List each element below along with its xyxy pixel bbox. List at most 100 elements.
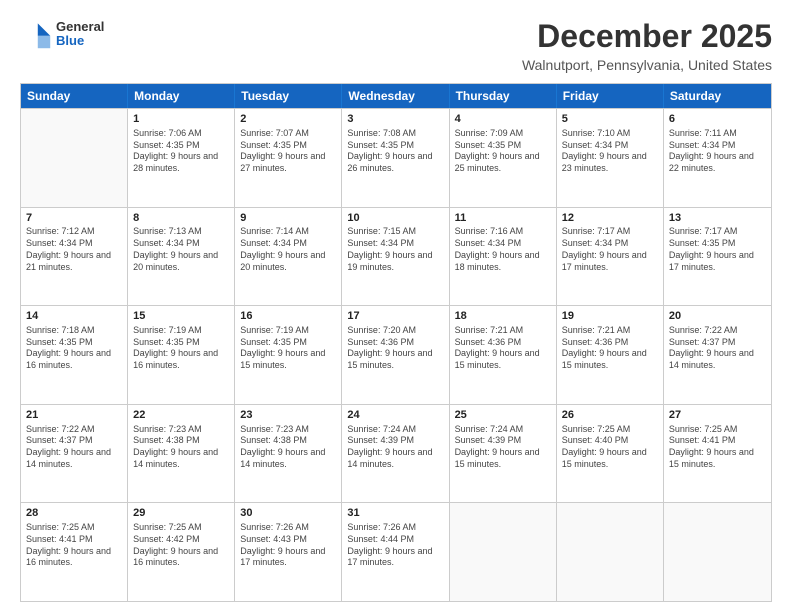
- day-info: Sunrise: 7:24 AMSunset: 4:39 PMDaylight:…: [347, 424, 443, 471]
- day-info: Sunrise: 7:22 AMSunset: 4:37 PMDaylight:…: [669, 325, 766, 372]
- day-number: 10: [347, 211, 443, 226]
- day-number: 24: [347, 408, 443, 423]
- day-info: Sunrise: 7:15 AMSunset: 4:34 PMDaylight:…: [347, 226, 443, 273]
- day-number: 12: [562, 211, 658, 226]
- day-info: Sunrise: 7:19 AMSunset: 4:35 PMDaylight:…: [240, 325, 336, 372]
- day-info: Sunrise: 7:14 AMSunset: 4:34 PMDaylight:…: [240, 226, 336, 273]
- calendar-cell: 9Sunrise: 7:14 AMSunset: 4:34 PMDaylight…: [235, 208, 342, 306]
- day-number: 17: [347, 309, 443, 324]
- day-number: 1: [133, 112, 229, 127]
- calendar-cell: 11Sunrise: 7:16 AMSunset: 4:34 PMDayligh…: [450, 208, 557, 306]
- day-info: Sunrise: 7:25 AMSunset: 4:40 PMDaylight:…: [562, 424, 658, 471]
- calendar-body: 1Sunrise: 7:06 AMSunset: 4:35 PMDaylight…: [21, 108, 771, 601]
- calendar-cell: 7Sunrise: 7:12 AMSunset: 4:34 PMDaylight…: [21, 208, 128, 306]
- day-number: 8: [133, 211, 229, 226]
- day-number: 30: [240, 506, 336, 521]
- day-number: 26: [562, 408, 658, 423]
- calendar-cell: 20Sunrise: 7:22 AMSunset: 4:37 PMDayligh…: [664, 306, 771, 404]
- logo-text: General Blue: [56, 20, 104, 49]
- day-info: Sunrise: 7:26 AMSunset: 4:43 PMDaylight:…: [240, 522, 336, 569]
- day-number: 4: [455, 112, 551, 127]
- day-info: Sunrise: 7:08 AMSunset: 4:35 PMDaylight:…: [347, 128, 443, 175]
- location: Walnutport, Pennsylvania, United States: [522, 57, 772, 73]
- header: General Blue December 2025 Walnutport, P…: [20, 18, 772, 73]
- day-number: 25: [455, 408, 551, 423]
- day-info: Sunrise: 7:16 AMSunset: 4:34 PMDaylight:…: [455, 226, 551, 273]
- day-info: Sunrise: 7:07 AMSunset: 4:35 PMDaylight:…: [240, 128, 336, 175]
- day-info: Sunrise: 7:17 AMSunset: 4:34 PMDaylight:…: [562, 226, 658, 273]
- day-info: Sunrise: 7:23 AMSunset: 4:38 PMDaylight:…: [240, 424, 336, 471]
- day-number: 18: [455, 309, 551, 324]
- calendar-cell: [21, 109, 128, 207]
- calendar: SundayMondayTuesdayWednesdayThursdayFrid…: [20, 83, 772, 602]
- calendar-header-cell: Saturday: [664, 84, 771, 108]
- calendar-week-2: 7Sunrise: 7:12 AMSunset: 4:34 PMDaylight…: [21, 207, 771, 306]
- day-info: Sunrise: 7:25 AMSunset: 4:42 PMDaylight:…: [133, 522, 229, 569]
- calendar-cell: 5Sunrise: 7:10 AMSunset: 4:34 PMDaylight…: [557, 109, 664, 207]
- calendar-week-5: 28Sunrise: 7:25 AMSunset: 4:41 PMDayligh…: [21, 502, 771, 601]
- calendar-week-1: 1Sunrise: 7:06 AMSunset: 4:35 PMDaylight…: [21, 108, 771, 207]
- day-number: 21: [26, 408, 122, 423]
- day-info: Sunrise: 7:26 AMSunset: 4:44 PMDaylight:…: [347, 522, 443, 569]
- calendar-cell: 3Sunrise: 7:08 AMSunset: 4:35 PMDaylight…: [342, 109, 449, 207]
- day-info: Sunrise: 7:22 AMSunset: 4:37 PMDaylight:…: [26, 424, 122, 471]
- day-info: Sunrise: 7:10 AMSunset: 4:34 PMDaylight:…: [562, 128, 658, 175]
- calendar-week-4: 21Sunrise: 7:22 AMSunset: 4:37 PMDayligh…: [21, 404, 771, 503]
- day-info: Sunrise: 7:12 AMSunset: 4:34 PMDaylight:…: [26, 226, 122, 273]
- calendar-cell: 4Sunrise: 7:09 AMSunset: 4:35 PMDaylight…: [450, 109, 557, 207]
- day-number: 15: [133, 309, 229, 324]
- page: General Blue December 2025 Walnutport, P…: [0, 0, 792, 612]
- day-number: 28: [26, 506, 122, 521]
- day-number: 20: [669, 309, 766, 324]
- logo-general-text: General: [56, 20, 104, 34]
- calendar-header-cell: Sunday: [21, 84, 128, 108]
- calendar-header-cell: Wednesday: [342, 84, 449, 108]
- calendar-header-cell: Monday: [128, 84, 235, 108]
- calendar-cell: 19Sunrise: 7:21 AMSunset: 4:36 PMDayligh…: [557, 306, 664, 404]
- calendar-cell: 31Sunrise: 7:26 AMSunset: 4:44 PMDayligh…: [342, 503, 449, 601]
- calendar-cell: 29Sunrise: 7:25 AMSunset: 4:42 PMDayligh…: [128, 503, 235, 601]
- day-info: Sunrise: 7:21 AMSunset: 4:36 PMDaylight:…: [562, 325, 658, 372]
- day-info: Sunrise: 7:19 AMSunset: 4:35 PMDaylight:…: [133, 325, 229, 372]
- calendar-cell: [557, 503, 664, 601]
- calendar-cell: 23Sunrise: 7:23 AMSunset: 4:38 PMDayligh…: [235, 405, 342, 503]
- day-info: Sunrise: 7:18 AMSunset: 4:35 PMDaylight:…: [26, 325, 122, 372]
- day-info: Sunrise: 7:21 AMSunset: 4:36 PMDaylight:…: [455, 325, 551, 372]
- calendar-cell: 30Sunrise: 7:26 AMSunset: 4:43 PMDayligh…: [235, 503, 342, 601]
- day-number: 14: [26, 309, 122, 324]
- day-number: 29: [133, 506, 229, 521]
- day-info: Sunrise: 7:06 AMSunset: 4:35 PMDaylight:…: [133, 128, 229, 175]
- calendar-cell: 10Sunrise: 7:15 AMSunset: 4:34 PMDayligh…: [342, 208, 449, 306]
- calendar-cell: [664, 503, 771, 601]
- day-number: 3: [347, 112, 443, 127]
- day-number: 5: [562, 112, 658, 127]
- calendar-cell: 15Sunrise: 7:19 AMSunset: 4:35 PMDayligh…: [128, 306, 235, 404]
- calendar-cell: 25Sunrise: 7:24 AMSunset: 4:39 PMDayligh…: [450, 405, 557, 503]
- day-number: 9: [240, 211, 336, 226]
- month-title: December 2025: [522, 18, 772, 55]
- calendar-cell: 1Sunrise: 7:06 AMSunset: 4:35 PMDaylight…: [128, 109, 235, 207]
- day-number: 16: [240, 309, 336, 324]
- calendar-cell: 26Sunrise: 7:25 AMSunset: 4:40 PMDayligh…: [557, 405, 664, 503]
- day-number: 13: [669, 211, 766, 226]
- calendar-week-3: 14Sunrise: 7:18 AMSunset: 4:35 PMDayligh…: [21, 305, 771, 404]
- day-number: 11: [455, 211, 551, 226]
- day-number: 2: [240, 112, 336, 127]
- calendar-header: SundayMondayTuesdayWednesdayThursdayFrid…: [21, 84, 771, 108]
- calendar-cell: [450, 503, 557, 601]
- calendar-cell: 21Sunrise: 7:22 AMSunset: 4:37 PMDayligh…: [21, 405, 128, 503]
- day-info: Sunrise: 7:25 AMSunset: 4:41 PMDaylight:…: [26, 522, 122, 569]
- day-info: Sunrise: 7:23 AMSunset: 4:38 PMDaylight:…: [133, 424, 229, 471]
- logo-blue-text: Blue: [56, 34, 104, 48]
- calendar-header-cell: Tuesday: [235, 84, 342, 108]
- day-number: 27: [669, 408, 766, 423]
- calendar-cell: 17Sunrise: 7:20 AMSunset: 4:36 PMDayligh…: [342, 306, 449, 404]
- day-info: Sunrise: 7:13 AMSunset: 4:34 PMDaylight:…: [133, 226, 229, 273]
- day-info: Sunrise: 7:09 AMSunset: 4:35 PMDaylight:…: [455, 128, 551, 175]
- day-number: 23: [240, 408, 336, 423]
- day-number: 31: [347, 506, 443, 521]
- calendar-cell: 16Sunrise: 7:19 AMSunset: 4:35 PMDayligh…: [235, 306, 342, 404]
- day-number: 6: [669, 112, 766, 127]
- calendar-cell: 24Sunrise: 7:24 AMSunset: 4:39 PMDayligh…: [342, 405, 449, 503]
- day-number: 19: [562, 309, 658, 324]
